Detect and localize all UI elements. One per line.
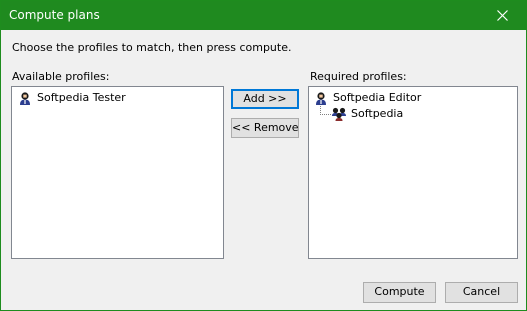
close-icon <box>497 10 508 21</box>
required-profiles-label: Required profiles: <box>310 70 407 83</box>
tree-connector <box>320 106 331 115</box>
close-button[interactable] <box>480 1 526 30</box>
compute-button[interactable]: Compute <box>363 282 436 303</box>
group-label: Softpedia <box>351 107 404 120</box>
tree-child-item[interactable]: Softpedia <box>331 106 501 122</box>
profile-label: Softpedia Tester <box>37 91 126 104</box>
cancel-button[interactable]: Cancel <box>445 282 518 303</box>
required-profiles-tree[interactable]: Softpedia Editor Softpedia <box>308 86 518 259</box>
add-button[interactable]: Add >> <box>231 89 299 109</box>
instruction-text: Choose the profiles to match, then press… <box>12 41 292 54</box>
title-bar[interactable]: Compute plans <box>1 1 526 30</box>
window-title: Compute plans <box>9 8 100 22</box>
tree-item[interactable]: Softpedia Editor <box>314 90 504 106</box>
user-profile-icon <box>316 92 326 105</box>
profile-label: Softpedia Editor <box>333 91 422 104</box>
user-group-icon <box>332 107 346 121</box>
available-profiles-list[interactable]: Softpedia Tester <box>11 86 224 259</box>
list-item[interactable]: Softpedia Tester <box>18 90 208 106</box>
user-profile-icon <box>20 92 30 105</box>
remove-button[interactable]: << Remove <box>231 118 299 138</box>
available-profiles-label: Available profiles: <box>12 70 110 83</box>
compute-plans-dialog: Compute plans Choose the profiles to mat… <box>0 0 527 311</box>
